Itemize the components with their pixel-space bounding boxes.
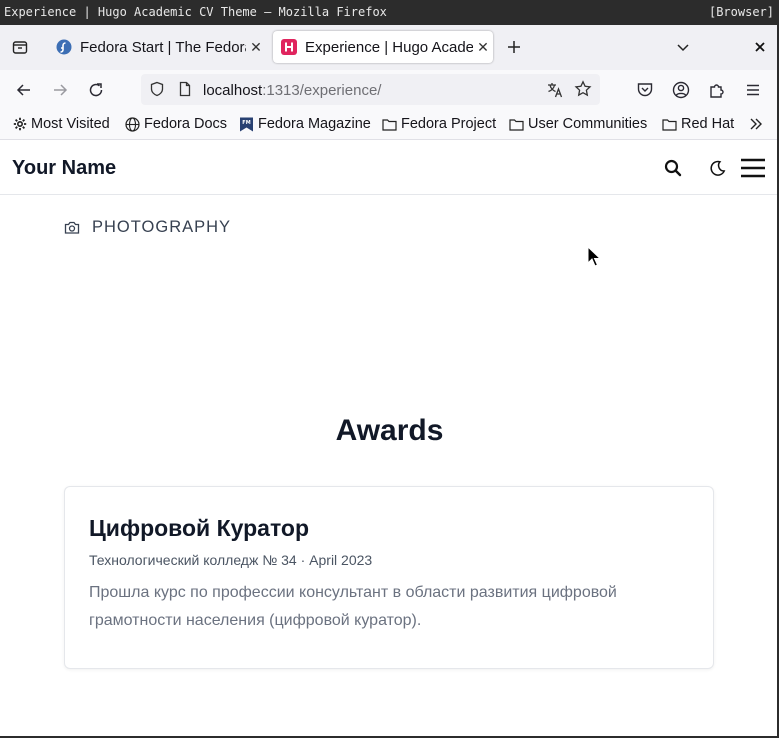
- navigation-bar: localhost:1313/experience/: [0, 70, 779, 110]
- bookmarks-overflow-button[interactable]: [749, 117, 763, 131]
- theme-toggle-button[interactable]: [705, 156, 729, 180]
- bookmark-fedora-docs[interactable]: Fedora Docs: [125, 116, 227, 132]
- awards-heading: Awards: [335, 414, 444, 447]
- bookmark-most-visited[interactable]: Most Visited: [12, 116, 110, 132]
- pocket-icon: [637, 83, 653, 97]
- back-button[interactable]: [12, 78, 36, 102]
- bookmark-label: Fedora Project: [401, 116, 497, 132]
- fedora-icon: [56, 39, 72, 55]
- site-brand[interactable]: Your Name: [12, 157, 116, 180]
- window-tag: [Browser]: [708, 5, 774, 19]
- mouse-cursor-icon: [587, 246, 601, 267]
- new-tab-button[interactable]: [504, 37, 524, 57]
- translate-icon[interactable]: [546, 81, 564, 104]
- bookmark-label: Red Hat: [681, 116, 735, 132]
- list-tabs-button[interactable]: [673, 37, 693, 57]
- tab-bar: Fedora Start | The Fedora ✕ Experience |…: [0, 25, 779, 70]
- forward-button[interactable]: [48, 78, 72, 102]
- globe-icon: [125, 116, 140, 132]
- arrow-right-icon: [54, 84, 68, 96]
- app-menu-button[interactable]: [741, 78, 765, 102]
- hugo-icon: [281, 39, 297, 55]
- extensions-button[interactable]: [705, 78, 729, 102]
- window-titlebar: Experience | Hugo Academic CV Theme — Mo…: [0, 0, 779, 25]
- folder-icon: [382, 117, 397, 132]
- url-bar[interactable]: localhost:1313/experience/: [141, 74, 600, 105]
- account-icon: [672, 81, 690, 99]
- close-icon: [755, 42, 765, 52]
- bookmark-label: User Communities: [528, 116, 648, 132]
- url-host: localhost: [203, 82, 263, 99]
- interest-label: PHOTOGRAPHY: [92, 218, 232, 236]
- firefox-view-icon: [12, 41, 28, 54]
- search-button[interactable]: [661, 156, 685, 180]
- url-text[interactable]: localhost:1313/experience/: [203, 82, 381, 99]
- svg-text:FM: FM: [242, 120, 250, 126]
- url-path: :1313/experience/: [262, 82, 382, 99]
- tab-label: Experience | Hugo Academ: [305, 38, 473, 56]
- reload-icon: [89, 83, 103, 97]
- interest-item: PHOTOGRAPHY: [64, 218, 231, 237]
- bookmark-user-communities[interactable]: User Communities: [509, 116, 647, 132]
- tab-experience[interactable]: Experience | Hugo Academ ✕: [273, 31, 493, 63]
- bookmark-fedora-magazine[interactable]: FM Fedora Magazine: [239, 116, 371, 132]
- moon-icon: [709, 160, 725, 176]
- award-description: Прошла курс по профессии консультант в о…: [89, 584, 617, 629]
- bookmark-label: Fedora Magazine: [258, 116, 371, 132]
- tab-label: Fedora Start | The Fedora: [80, 38, 246, 56]
- bookmark-label: Most Visited: [31, 116, 110, 132]
- hamburger-icon: [747, 84, 759, 96]
- hamburger-icon: [741, 158, 765, 178]
- page-content: PHOTOGRAPHY Awards Цифровой Куратор Техн…: [0, 196, 779, 736]
- pocket-button[interactable]: [633, 78, 657, 102]
- chevron-down-icon: [677, 44, 689, 52]
- close-window-button[interactable]: [750, 37, 770, 57]
- page-icon[interactable]: [177, 81, 193, 102]
- bookmark-fedora-project[interactable]: Fedora Project: [382, 116, 496, 132]
- award-title: Цифровой Куратор: [89, 515, 310, 541]
- plus-icon: [508, 41, 520, 53]
- fm-icon: FM: [239, 117, 254, 132]
- award-meta: Технологический колледж № 34 · April 202…: [89, 552, 373, 568]
- search-icon: [664, 159, 682, 177]
- tab-fedora-start[interactable]: Fedora Start | The Fedora ✕: [48, 31, 266, 63]
- bookmark-label: Fedora Docs: [144, 116, 228, 132]
- arrow-left-icon: [16, 84, 30, 96]
- close-tab-icon[interactable]: ✕: [473, 39, 493, 56]
- award-card: Цифровой Куратор Технологический колледж…: [64, 486, 714, 669]
- reload-button[interactable]: [84, 78, 108, 102]
- folder-icon: [509, 117, 524, 132]
- bookmarks-toolbar: Most Visited Fedora Docs FM Fedora Magaz…: [0, 110, 779, 140]
- shield-icon[interactable]: [149, 81, 165, 102]
- close-tab-icon[interactable]: ✕: [246, 39, 266, 56]
- folder-icon: [662, 117, 677, 132]
- bookmark-star-icon[interactable]: [574, 80, 592, 103]
- puzzle-icon: [710, 84, 724, 98]
- site-header: Your Name: [0, 141, 779, 195]
- camera-icon: [64, 221, 80, 234]
- menu-toggle-button[interactable]: [740, 156, 766, 180]
- bookmark-red-hat[interactable]: Red Hat: [662, 116, 734, 132]
- window-title: Experience | Hugo Academic CV Theme — Mo…: [4, 5, 387, 19]
- chevron-double-right-icon: [750, 118, 762, 130]
- account-button[interactable]: [669, 78, 693, 102]
- gear-icon: [12, 117, 27, 132]
- firefox-view-button[interactable]: [10, 37, 30, 57]
